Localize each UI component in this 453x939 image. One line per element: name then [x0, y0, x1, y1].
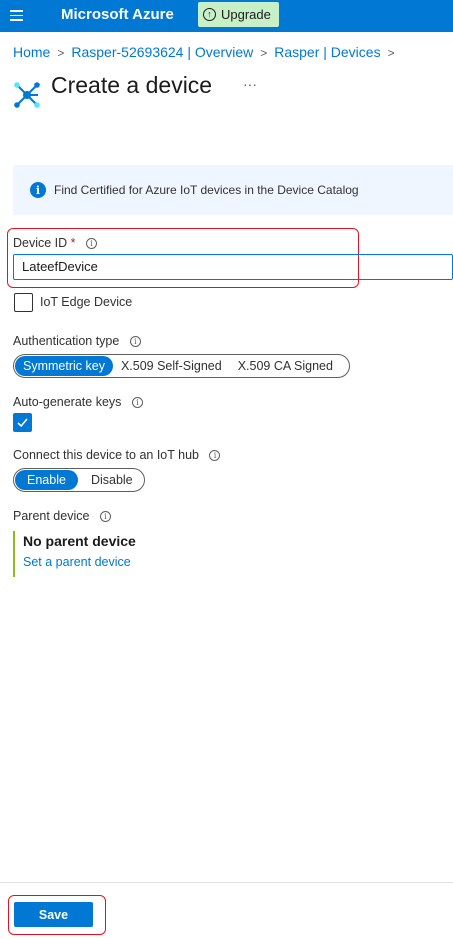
- info-tooltip-icon[interactable]: i: [209, 450, 221, 461]
- connect-hub-label: Connect this device to an IoT hub: [13, 448, 199, 462]
- device-id-label: Device ID: [13, 236, 68, 250]
- connect-option-enable[interactable]: Enable: [15, 470, 78, 490]
- breadcrumb-hub-overview[interactable]: Rasper-52693624 | Overview: [71, 44, 253, 60]
- iot-edge-label: IoT Edge Device: [40, 295, 133, 309]
- set-parent-device-link[interactable]: Set a parent device: [23, 555, 193, 569]
- info-tooltip-icon[interactable]: i: [131, 397, 143, 408]
- device-id-label-row: Device ID * i: [13, 236, 98, 250]
- upgrade-button[interactable]: ↑ Upgrade: [198, 2, 279, 27]
- hamburger-menu-icon[interactable]: [10, 10, 23, 21]
- parent-device-label-row: Parent device i: [13, 509, 111, 523]
- connect-hub-label-row: Connect this device to an IoT hub i: [13, 448, 221, 462]
- more-options-icon[interactable]: ···: [243, 76, 257, 92]
- auto-generate-label: Auto-generate keys: [13, 395, 122, 409]
- auth-type-toggle: Symmetric key X.509 Self-Signed X.509 CA…: [13, 354, 350, 378]
- info-banner-text: Find Certified for Azure IoT devices in …: [54, 183, 359, 197]
- brand-title[interactable]: Microsoft Azure: [61, 6, 174, 23]
- top-bar: Microsoft Azure ↑ Upgrade: [0, 0, 453, 32]
- chevron-right-icon: >: [57, 46, 65, 60]
- required-marker: *: [70, 236, 76, 250]
- page-title: Create a device: [51, 72, 213, 98]
- chevron-right-icon: >: [387, 46, 395, 60]
- auto-generate-label-row: Auto-generate keys i: [13, 395, 143, 409]
- checkmark-icon: [17, 418, 28, 428]
- connect-hub-toggle: Enable Disable: [13, 468, 145, 492]
- parent-device-label: Parent device: [13, 509, 90, 523]
- auto-generate-checkbox[interactable]: [13, 413, 32, 432]
- breadcrumb-devices[interactable]: Rasper | Devices: [274, 44, 380, 60]
- breadcrumb-home[interactable]: Home: [13, 44, 50, 60]
- footer-divider: [0, 882, 453, 883]
- parent-device-panel: No parent device Set a parent device: [13, 531, 193, 577]
- info-tooltip-icon[interactable]: i: [86, 238, 98, 249]
- auth-option-x509-ca-signed[interactable]: X.509 CA Signed: [230, 356, 341, 376]
- auth-type-label-row: Authentication type i: [13, 334, 141, 348]
- info-banner: i Find Certified for Azure IoT devices i…: [13, 165, 453, 215]
- auth-type-label: Authentication type: [13, 334, 120, 348]
- arrow-up-circle-icon: ↑: [203, 8, 216, 21]
- parent-device-value: No parent device: [23, 533, 136, 549]
- info-icon: i: [30, 182, 46, 198]
- auth-option-x509-self-signed[interactable]: X.509 Self-Signed: [113, 356, 230, 376]
- auth-option-symmetric-key[interactable]: Symmetric key: [15, 356, 113, 376]
- info-tooltip-icon[interactable]: i: [99, 511, 111, 522]
- connect-option-disable[interactable]: Disable: [78, 470, 145, 490]
- save-button[interactable]: Save: [14, 902, 93, 927]
- iot-edge-checkbox[interactable]: [14, 293, 33, 312]
- device-id-input[interactable]: LateefDevice: [13, 254, 453, 280]
- iot-device-icon: [14, 82, 40, 108]
- info-tooltip-icon[interactable]: i: [129, 336, 141, 347]
- upgrade-label: Upgrade: [221, 7, 271, 22]
- breadcrumb: Home > Rasper-52693624 | Overview > Rasper |…: [13, 44, 402, 60]
- chevron-right-icon: >: [260, 46, 268, 60]
